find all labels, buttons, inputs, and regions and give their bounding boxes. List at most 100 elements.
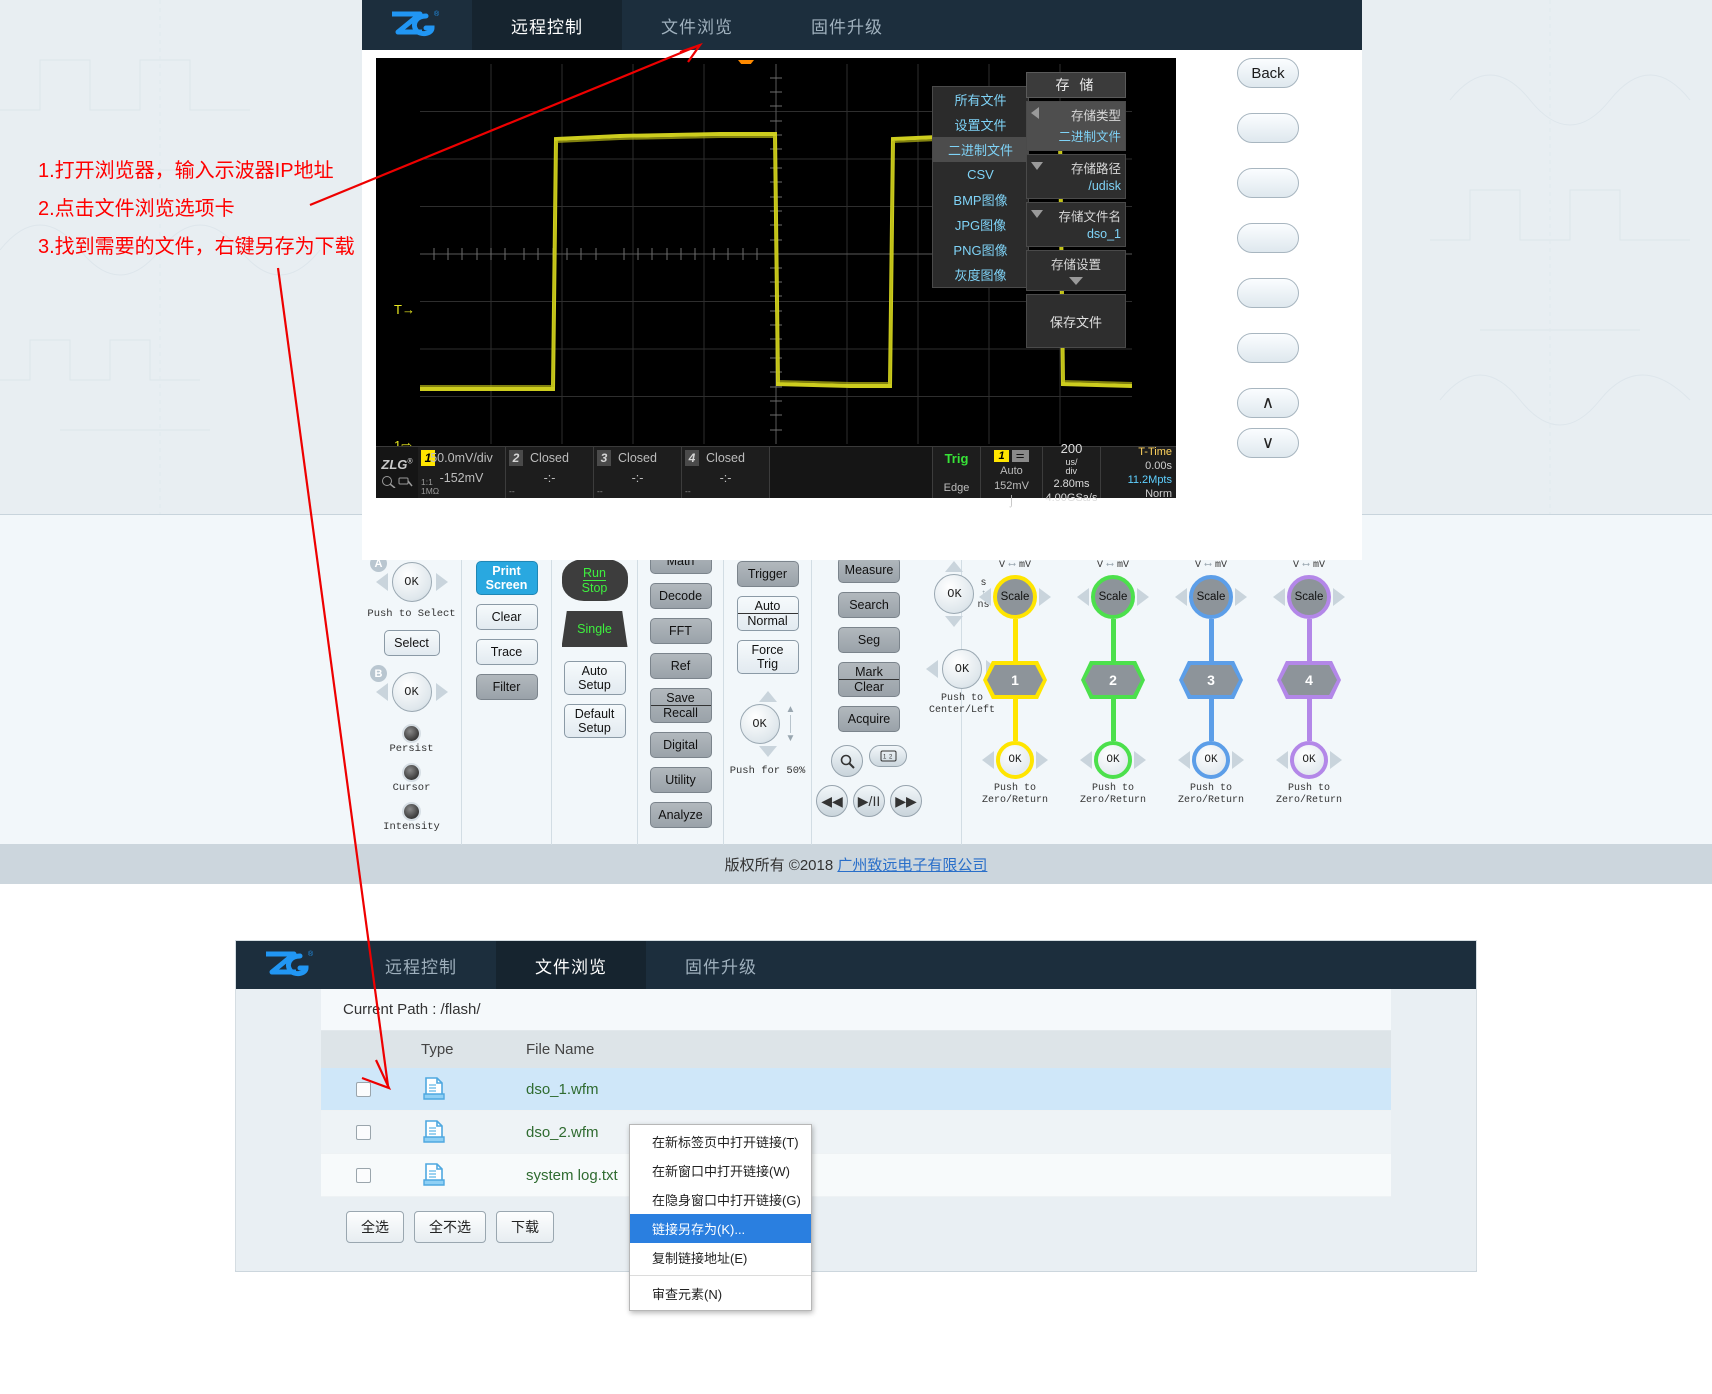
table-row[interactable]: dso_1.wfm: [321, 1068, 1391, 1111]
menu-item-csv[interactable]: CSV: [933, 162, 1028, 187]
menu-item-grayscale[interactable]: 灰度图像: [933, 262, 1028, 287]
scroll-up-button[interactable]: ∧: [1237, 388, 1299, 418]
forward-button[interactable]: ▶▶: [890, 785, 922, 817]
hpos-left-arrow[interactable]: [926, 660, 938, 678]
ch2-select-wrap[interactable]: 2: [1081, 661, 1145, 699]
acquire-button[interactable]: Acquire: [838, 706, 900, 732]
oscilloscope-screen[interactable]: T→ 1⇨: [376, 58, 1176, 498]
softkey-1[interactable]: [1237, 113, 1299, 143]
trigger-knob-ok[interactable]: OK: [740, 704, 780, 744]
row-checkbox-cell[interactable]: [321, 1168, 406, 1183]
ch4-select-button[interactable]: 4: [1281, 665, 1337, 695]
filter-button[interactable]: Filter: [476, 674, 538, 700]
ch4-offset-knob[interactable]: OK: [1290, 741, 1328, 779]
ctx-open-in-incognito[interactable]: 在隐身窗口中打开链接(G): [630, 1185, 811, 1214]
ch1-scale-knob[interactable]: Scale: [993, 575, 1037, 619]
softkey-5[interactable]: [1237, 333, 1299, 363]
browser-context-menu[interactable]: 在新标签页中打开链接(T) 在新窗口中打开链接(W) 在隐身窗口中打开链接(G)…: [629, 1124, 812, 1311]
ctx-open-in-new-window[interactable]: 在新窗口中打开链接(W): [630, 1156, 811, 1185]
ch3-offset-group[interactable]: OK: [1178, 741, 1244, 779]
ch2-scale-left-arrow[interactable]: [1077, 588, 1089, 606]
ch1-offset-group[interactable]: OK: [982, 741, 1048, 779]
keypad-icon[interactable]: 12: [869, 745, 907, 767]
store-settings-item[interactable]: 存储设置: [1026, 250, 1126, 291]
single-button[interactable]: Single: [562, 611, 628, 647]
ch2-scale-right-arrow[interactable]: [1137, 588, 1149, 606]
intensity-knob[interactable]: [402, 802, 421, 821]
print-screen-button[interactable]: Print Screen: [476, 561, 538, 595]
ch4-offset-group[interactable]: OK: [1276, 741, 1342, 779]
knob-b-row[interactable]: OK: [376, 672, 448, 712]
trigger-button[interactable]: Trigger: [737, 561, 799, 587]
ch1-select-button[interactable]: 1: [987, 665, 1043, 695]
tab-firmware-upgrade[interactable]: 固件升级: [772, 0, 922, 50]
select-button[interactable]: Select: [384, 630, 440, 656]
menu-item-bmp[interactable]: BMP图像: [933, 187, 1028, 212]
hscale-up-arrow[interactable]: [945, 561, 963, 572]
utility-button[interactable]: Utility: [650, 767, 712, 793]
menu-item-png[interactable]: PNG图像: [933, 237, 1028, 262]
ch3-offset-right-arrow[interactable]: [1232, 751, 1244, 769]
trigger-knob-down-arrow[interactable]: [759, 746, 777, 757]
select-all-button[interactable]: 全选: [346, 1211, 404, 1243]
ch3-offset-left-arrow[interactable]: [1178, 751, 1190, 769]
store-type-item[interactable]: 存储类型 二进制文件: [1026, 101, 1126, 151]
force-trig-button[interactable]: Force Trig: [737, 640, 799, 674]
auto-setup-button[interactable]: Auto Setup: [564, 661, 626, 695]
store-path-item[interactable]: 存储路径 /udisk: [1026, 154, 1126, 199]
deselect-all-button[interactable]: 全不选: [414, 1211, 486, 1243]
measure-button[interactable]: Measure: [838, 557, 900, 583]
ch3-scale-left-arrow[interactable]: [1175, 588, 1187, 606]
tab-remote-control-bottom[interactable]: 远程控制: [346, 941, 496, 989]
ch3-scale-group[interactable]: Scale: [1175, 575, 1247, 619]
file-type-menu[interactable]: 所有文件 设置文件 二进制文件 CSV BMP图像 JPG图像 PNG图像 灰度…: [932, 86, 1029, 288]
hscale-down-arrow[interactable]: [945, 616, 963, 627]
ch1-offset-left-arrow[interactable]: [982, 751, 994, 769]
row-checkbox-cell[interactable]: [321, 1082, 406, 1097]
tab-firmware-upgrade-bottom[interactable]: 固件升级: [646, 941, 796, 989]
ctx-copy-link-address[interactable]: 复制链接地址(E): [630, 1243, 811, 1272]
channel-2-status[interactable]: 2 Closed -:- --: [506, 447, 594, 498]
cursor-knob[interactable]: [402, 763, 421, 782]
ch4-scale-knob[interactable]: Scale: [1287, 575, 1331, 619]
rewind-button[interactable]: ◀◀: [816, 785, 848, 817]
zoom-search-icon[interactable]: [831, 745, 863, 777]
tab-file-browse-bottom[interactable]: 文件浏览: [496, 941, 646, 989]
row-checkbox[interactable]: [356, 1125, 371, 1140]
mark-clear-button[interactable]: Mark Clear: [838, 662, 900, 697]
ch1-scale-group[interactable]: Scale: [979, 575, 1051, 619]
knob-b-left-arrow[interactable]: [376, 683, 388, 701]
menu-item-all-files[interactable]: 所有文件: [933, 87, 1028, 112]
scroll-down-button[interactable]: ∨: [1237, 428, 1299, 458]
ch3-select-button[interactable]: 3: [1183, 665, 1239, 695]
ch1-scale-left-arrow[interactable]: [979, 588, 991, 606]
ch1-scale-right-arrow[interactable]: [1039, 588, 1051, 606]
ch4-scale-group[interactable]: Scale: [1273, 575, 1345, 619]
table-row[interactable]: dso_2.wfm: [321, 1111, 1391, 1154]
softkey-4[interactable]: [1237, 278, 1299, 308]
row-checkbox-cell[interactable]: [321, 1125, 406, 1140]
ch3-offset-knob[interactable]: OK: [1192, 741, 1230, 779]
timebase-block[interactable]: 200 us/div 2.80ms 4.00GSa/s: [1042, 447, 1100, 498]
ch1-offset-knob[interactable]: OK: [996, 741, 1034, 779]
trigger-knob-row[interactable]: OK ▲ ▼: [740, 704, 796, 744]
ch2-offset-group[interactable]: OK: [1080, 741, 1146, 779]
trigger-state-block[interactable]: Trig Edge: [932, 447, 980, 498]
fft-button[interactable]: FFT: [650, 618, 712, 644]
download-button[interactable]: 下载: [496, 1211, 554, 1243]
ctx-save-link-as[interactable]: 链接另存为(K)...: [630, 1214, 811, 1243]
default-setup-button[interactable]: Default Setup: [564, 704, 626, 738]
channel-1-status[interactable]: 1 50.0mV/div -152mV 1:11MΩ: [418, 447, 506, 498]
channel-4-status[interactable]: 4 Closed -:- --: [682, 447, 770, 498]
ctx-open-in-new-tab[interactable]: 在新标签页中打开链接(T): [630, 1127, 811, 1156]
knob-a-right-arrow[interactable]: [436, 573, 448, 591]
ch2-scale-group[interactable]: Scale: [1077, 575, 1149, 619]
ch1-offset-right-arrow[interactable]: [1036, 751, 1048, 769]
table-row[interactable]: system log.txt: [321, 1154, 1391, 1197]
ch2-offset-knob[interactable]: OK: [1094, 741, 1132, 779]
tab-remote-control[interactable]: 远程控制: [472, 0, 622, 50]
ch2-offset-right-arrow[interactable]: [1134, 751, 1146, 769]
ch4-select-wrap[interactable]: 4: [1277, 661, 1341, 699]
store-filename-item[interactable]: 存储文件名 dso_1: [1026, 202, 1126, 247]
persist-knob[interactable]: [402, 724, 421, 743]
